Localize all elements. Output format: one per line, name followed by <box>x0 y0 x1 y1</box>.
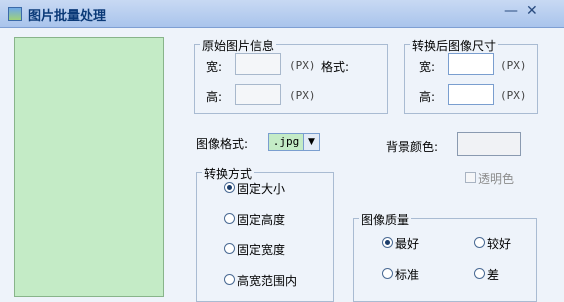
quality-best-label: 最好 <box>395 237 420 251</box>
original-info-legend: 原始图片信息 <box>200 37 277 54</box>
original-width-unit: (PX) <box>289 59 316 72</box>
mode-fixed-width-label: 固定宽度 <box>237 243 286 257</box>
original-info-group: 原始图片信息 <box>194 37 388 114</box>
original-width-field[interactable] <box>235 53 281 75</box>
radio-fixed-width[interactable] <box>224 243 235 254</box>
mode-range-label: 高宽范围内 <box>237 274 298 288</box>
background-color-swatch[interactable] <box>457 132 521 156</box>
dropdown-arrow-icon[interactable]: ▼ <box>303 134 319 150</box>
image-format-label: 图像格式: <box>196 137 249 151</box>
window-title: 图片批量处理 <box>28 9 107 24</box>
quality-poor-label: 差 <box>487 268 500 282</box>
mode-fixed-size-label: 固定大小 <box>237 182 286 196</box>
target-width-label: 宽: <box>419 60 436 74</box>
image-preview-panel <box>14 37 164 297</box>
quality-legend: 图像质量 <box>359 211 412 228</box>
minimize-icon[interactable]: — <box>504 3 518 19</box>
radio-range[interactable] <box>224 274 235 285</box>
radio-fixed-height[interactable] <box>224 213 235 224</box>
quality-group: 图像质量 <box>353 211 537 302</box>
mode-fixed-height-label: 固定高度 <box>237 213 286 227</box>
image-format-select[interactable]: .jpg ▼ <box>268 133 320 151</box>
quality-good-label: 较好 <box>487 237 512 251</box>
original-width-label: 宽: <box>206 60 223 74</box>
original-height-label: 高: <box>206 90 223 104</box>
target-height-unit: (PX) <box>500 89 527 102</box>
picture-icon <box>8 7 22 21</box>
close-icon[interactable]: ✕ <box>526 3 538 19</box>
target-height-field[interactable] <box>448 84 494 105</box>
background-color-label: 背景颜色: <box>386 140 439 154</box>
format-label: 格式: <box>321 60 350 74</box>
quality-standard-label: 标准 <box>395 268 420 282</box>
title-bar: 图片批量处理 — ✕ <box>0 0 564 28</box>
radio-quality-best[interactable] <box>382 237 393 248</box>
radio-fixed-size[interactable] <box>224 182 235 193</box>
target-size-legend: 转换后图像尺寸 <box>410 37 499 54</box>
radio-quality-poor[interactable] <box>474 268 485 279</box>
target-width-unit: (PX) <box>500 59 527 72</box>
image-format-value: .jpg <box>269 134 303 150</box>
original-height-field[interactable] <box>235 84 281 105</box>
target-width-field[interactable] <box>448 53 494 75</box>
target-height-label: 高: <box>419 90 436 104</box>
original-height-unit: (PX) <box>289 89 316 102</box>
radio-quality-good[interactable] <box>474 237 485 248</box>
transparent-checkbox[interactable] <box>465 172 476 183</box>
transparent-label: 透明色 <box>478 172 515 186</box>
radio-quality-standard[interactable] <box>382 268 393 279</box>
